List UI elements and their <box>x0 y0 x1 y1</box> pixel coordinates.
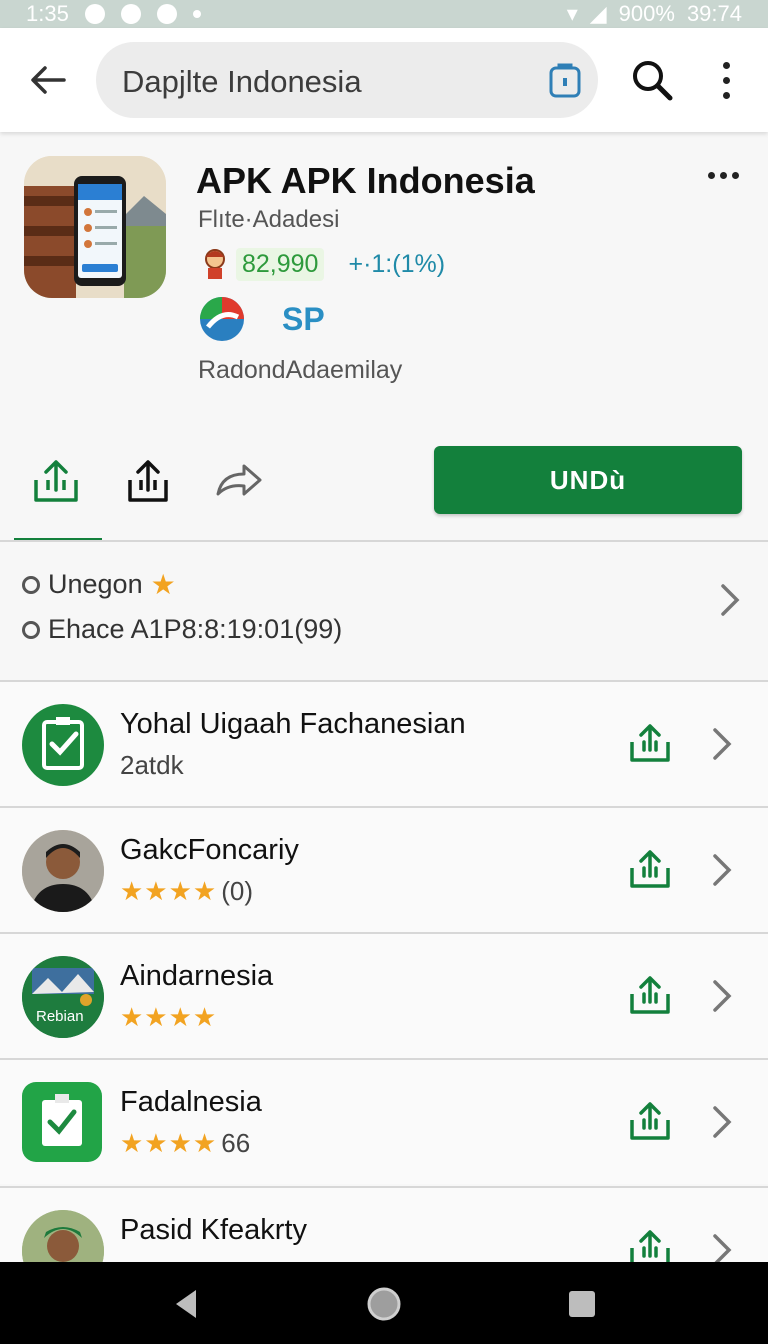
chevron-right-icon[interactable] <box>718 582 742 618</box>
publisher-logo-icon <box>200 297 244 341</box>
avatar <box>22 830 104 912</box>
list-item[interactable]: Yohal Uigaah Fachanesian 2atdk <box>0 682 768 806</box>
list-item-rating: ★★★★ 66 <box>120 1128 250 1159</box>
status-time: 1:35 <box>26 1 69 26</box>
star-rating: ★★★★ <box>120 876 218 906</box>
list-item-rating: ★★★★ <box>120 1002 217 1033</box>
regional-badge-icon: Rebian <box>22 956 104 1038</box>
avatar <box>22 1210 104 1262</box>
status-bar: 1:35 ▾ ◢ 900% 39:74 <box>0 0 768 28</box>
star-rating: ★★★★ <box>120 1128 218 1158</box>
search-icon[interactable] <box>626 54 678 106</box>
app-notification-icon <box>156 4 177 24</box>
info-line-1: Unegon ★ <box>22 568 176 601</box>
dot-icon <box>708 172 715 179</box>
share-upload-icon[interactable] <box>626 972 674 1020</box>
dot-icon <box>722 76 730 84</box>
star-rating: ★★★★ <box>120 1002 218 1032</box>
star-icon: ★ <box>150 569 176 600</box>
battery-percent: 900% <box>618 1 675 26</box>
lock-icon <box>549 63 581 98</box>
search-query: Dapjlte Indonesia <box>122 64 362 99</box>
review-count: (0) <box>221 876 254 906</box>
chevron-right-icon[interactable] <box>710 1104 734 1140</box>
list-item[interactable]: Rebian Aindarnesia ★★★★ <box>0 934 768 1058</box>
dot-icon <box>720 172 727 179</box>
info-text-1: Unegon <box>48 569 143 599</box>
list-item-title: Fadalnesia <box>120 1086 262 1118</box>
review-count: 66 <box>221 1128 251 1158</box>
list-item[interactable]: GakcFoncariy ★★★★ (0) <box>0 808 768 932</box>
developer-name[interactable]: Flıte·Adadesi <box>198 206 339 234</box>
dot-icon <box>192 10 201 18</box>
list-item-title: GakcFoncariy <box>120 834 299 866</box>
divider <box>0 540 768 542</box>
list-item[interactable]: Pasid Kfeakrty <box>0 1188 768 1262</box>
dot-icon <box>722 91 730 99</box>
app-title: APK APK Indonesia <box>196 160 535 201</box>
app-more-button[interactable] <box>708 172 742 186</box>
overflow-menu-button[interactable] <box>706 54 746 106</box>
arrow-back-icon <box>31 66 66 94</box>
nav-home-icon[interactable] <box>366 1286 402 1322</box>
circle-bullet-icon <box>22 620 40 639</box>
nav-recents-icon[interactable] <box>564 1286 600 1322</box>
publisher-badge: SP <box>282 300 325 337</box>
rating-delta: +·1:(1%) <box>348 249 446 278</box>
share-upload-icon[interactable] <box>28 454 84 510</box>
top-app-bar: Dapjlte Indonesia <box>0 28 768 132</box>
chevron-right-icon[interactable] <box>710 852 734 888</box>
mascot-icon <box>205 249 225 279</box>
info-text-2: Ehace A1P8:8:19:01(99) <box>48 614 343 644</box>
install-button[interactable]: UNDù <box>434 446 742 514</box>
chevron-right-icon[interactable] <box>710 726 734 762</box>
back-button[interactable] <box>18 52 78 108</box>
signal-icon: ◢ <box>589 1 607 26</box>
wifi-icon: ▾ <box>566 1 578 26</box>
app-icon <box>24 156 166 298</box>
circle-bullet-icon <box>22 575 40 594</box>
share-upload-icon[interactable] <box>626 846 674 894</box>
forward-icon[interactable] <box>212 454 268 510</box>
rating-value: 82,990 <box>236 247 325 281</box>
chevron-right-icon[interactable] <box>710 978 734 1014</box>
status-clock: 39:74 <box>686 1 742 26</box>
phone-icon <box>84 4 105 24</box>
list-item-subtitle: 2atdk <box>120 750 184 780</box>
publisher-row: SP <box>198 294 325 344</box>
share-upload-icon[interactable] <box>626 1098 674 1146</box>
rating-row: 82,990 +·1:(1%) <box>200 246 445 282</box>
icon-badge-text: Rebian <box>36 1008 84 1025</box>
app-subtitle: RadondAdaemilay <box>198 356 403 384</box>
list-item-title: Pasid Kfeakrty <box>120 1214 307 1246</box>
chevron-right-icon[interactable] <box>710 1232 734 1262</box>
checklist-icon <box>22 1082 102 1162</box>
dot-icon <box>732 172 739 179</box>
share-icon[interactable] <box>120 454 176 510</box>
list-item-title: Yohal Uigaah Fachanesian <box>120 708 466 740</box>
checklist-icon <box>22 704 104 786</box>
app-illustration-icon <box>24 156 166 298</box>
system-nav-bar <box>0 1262 768 1344</box>
list-item-title: Aindarnesia <box>120 960 274 992</box>
info-line-2: Ehace A1P8:8:19:01(99) <box>22 614 342 645</box>
dot-icon <box>722 61 730 69</box>
notification-icon <box>120 4 141 24</box>
nav-back-icon[interactable] <box>168 1286 204 1322</box>
search-field[interactable]: Dapjlte Indonesia <box>96 42 598 118</box>
list-item-rating: ★★★★ (0) <box>120 876 253 907</box>
share-upload-icon[interactable] <box>626 720 674 768</box>
share-upload-icon[interactable] <box>626 1226 674 1262</box>
list-item[interactable]: Fadalnesia ★★★★ 66 <box>0 1060 768 1184</box>
